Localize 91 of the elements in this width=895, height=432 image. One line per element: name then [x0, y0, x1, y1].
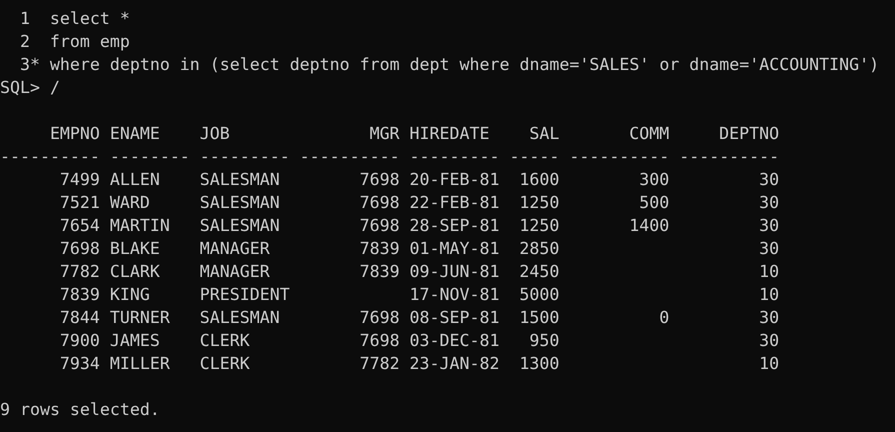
- table-cell-text: 30: [758, 215, 780, 237]
- table-cell-text: MANAGER: [200, 238, 271, 260]
- table-cell-text: SALESMAN: [200, 215, 281, 237]
- table-cell-text: PRESIDENT: [200, 284, 290, 306]
- table-cell-text: 5000: [518, 284, 560, 306]
- column-header: MGR: [368, 123, 400, 145]
- table-cell-text: 7934: [58, 353, 100, 375]
- table-cell-text: 10: [758, 284, 780, 306]
- table-cell-text: 7698: [358, 330, 400, 352]
- table-cell-text: 7900: [58, 330, 100, 352]
- table-cell-text: CLARK: [110, 261, 161, 283]
- table-cell-text: 23-JAN-82: [410, 353, 500, 375]
- table-cell-text: 300: [638, 169, 670, 191]
- table-cell-text: CLERK: [200, 330, 251, 352]
- table-cell-text: 30: [758, 169, 780, 191]
- column-underline: ---------: [200, 146, 290, 168]
- column-header: HIREDATE: [410, 123, 490, 145]
- table-cell-text: 7844: [58, 307, 100, 329]
- table-cell-text: 30: [758, 238, 780, 260]
- table-cell-text: 500: [638, 192, 670, 214]
- table-cell-text: 7782: [358, 353, 400, 375]
- sql-line: select *: [50, 8, 130, 30]
- table-cell-text: MARTIN: [110, 215, 171, 237]
- sql-prompt: SQL>: [0, 77, 40, 99]
- column-underline: ----------: [679, 146, 780, 168]
- result-message: 9 rows selected.: [0, 399, 160, 421]
- table-cell-text: 30: [758, 192, 780, 214]
- table-cell-text: KING: [110, 284, 151, 306]
- table-cell-text: 7698: [358, 215, 400, 237]
- table-cell-text: 1600: [518, 169, 560, 191]
- column-underline: ---------: [410, 146, 500, 168]
- table-cell-text: 20-FEB-81: [410, 169, 500, 191]
- table-cell-text: 7698: [358, 307, 400, 329]
- table-cell-text: MANAGER: [200, 261, 271, 283]
- table-cell-text: 1250: [518, 215, 560, 237]
- table-cell-text: SALESMAN: [200, 192, 281, 214]
- table-cell-text: 30: [758, 307, 780, 329]
- table-cell-text: 7654: [58, 215, 100, 237]
- table-cell-text: 1400: [628, 215, 670, 237]
- table-cell-text: 1300: [518, 353, 560, 375]
- table-cell-text: 09-JUN-81: [410, 261, 500, 283]
- table-cell-text: JAMES: [110, 330, 161, 352]
- column-underline: -----: [509, 146, 560, 168]
- column-header: EMPNO: [48, 123, 100, 145]
- line-number: 2: [18, 31, 31, 53]
- sql-line: where deptno in (select deptno from dept where dname='SALES' or dname='ACCOUNTING'): [50, 54, 880, 76]
- table-cell-text: 7499: [58, 169, 100, 191]
- table-cell-text: 22-FEB-81: [410, 192, 500, 214]
- column-underline: --------: [110, 146, 190, 168]
- table-cell-text: 7782: [58, 261, 100, 283]
- table-cell-text: 7521: [58, 192, 100, 214]
- table-cell-text: MILLER: [110, 353, 171, 375]
- line-number: 3*: [18, 54, 40, 76]
- table-cell-text: 17-NOV-81: [410, 284, 500, 306]
- table-cell-text: 1250: [518, 192, 560, 214]
- table-cell-text: 10: [758, 353, 780, 375]
- table-cell-text: 7698: [358, 192, 400, 214]
- column-header: JOB: [200, 123, 231, 145]
- table-cell-text: SALESMAN: [200, 169, 281, 191]
- table-cell-text: SALESMAN: [200, 307, 281, 329]
- table-cell-text: 0: [658, 307, 670, 329]
- table-cell-text: 7839: [58, 284, 100, 306]
- column-header: DEPTNO: [718, 123, 780, 145]
- table-cell-text: 950: [528, 330, 560, 352]
- table-cell-text: TURNER: [110, 307, 171, 329]
- table-cell-text: 1500: [518, 307, 560, 329]
- table-cell-text: 7839: [358, 261, 400, 283]
- table-cell-text: WARD: [110, 192, 151, 214]
- table-cell-text: 28-SEP-81: [410, 215, 500, 237]
- table-cell-text: 10: [758, 261, 780, 283]
- column-header: SAL: [528, 123, 560, 145]
- table-cell-text: ALLEN: [110, 169, 161, 191]
- command-text: /: [50, 77, 60, 99]
- column-underline: ----------: [0, 146, 100, 168]
- column-header: ENAME: [110, 123, 161, 145]
- table-cell-text: 01-MAY-81: [410, 238, 500, 260]
- table-cell-text: BLAKE: [110, 238, 161, 260]
- column-underline: ----------: [569, 146, 670, 168]
- line-number: 1: [18, 8, 31, 30]
- table-cell-text: 30: [758, 330, 780, 352]
- table-cell-text: 08-SEP-81: [410, 307, 500, 329]
- column-header: COMM: [628, 123, 670, 145]
- column-underline: ----------: [300, 146, 400, 168]
- table-cell-text: 7698: [58, 238, 100, 260]
- table-cell-text: CLERK: [200, 353, 251, 375]
- sql-line: from emp: [50, 31, 130, 53]
- table-cell-text: 2850: [518, 238, 560, 260]
- table-cell-text: 7698: [358, 169, 400, 191]
- table-cell-text: 03-DEC-81: [410, 330, 500, 352]
- table-cell-text: 7839: [358, 238, 400, 260]
- table-cell-text: 2450: [518, 261, 560, 283]
